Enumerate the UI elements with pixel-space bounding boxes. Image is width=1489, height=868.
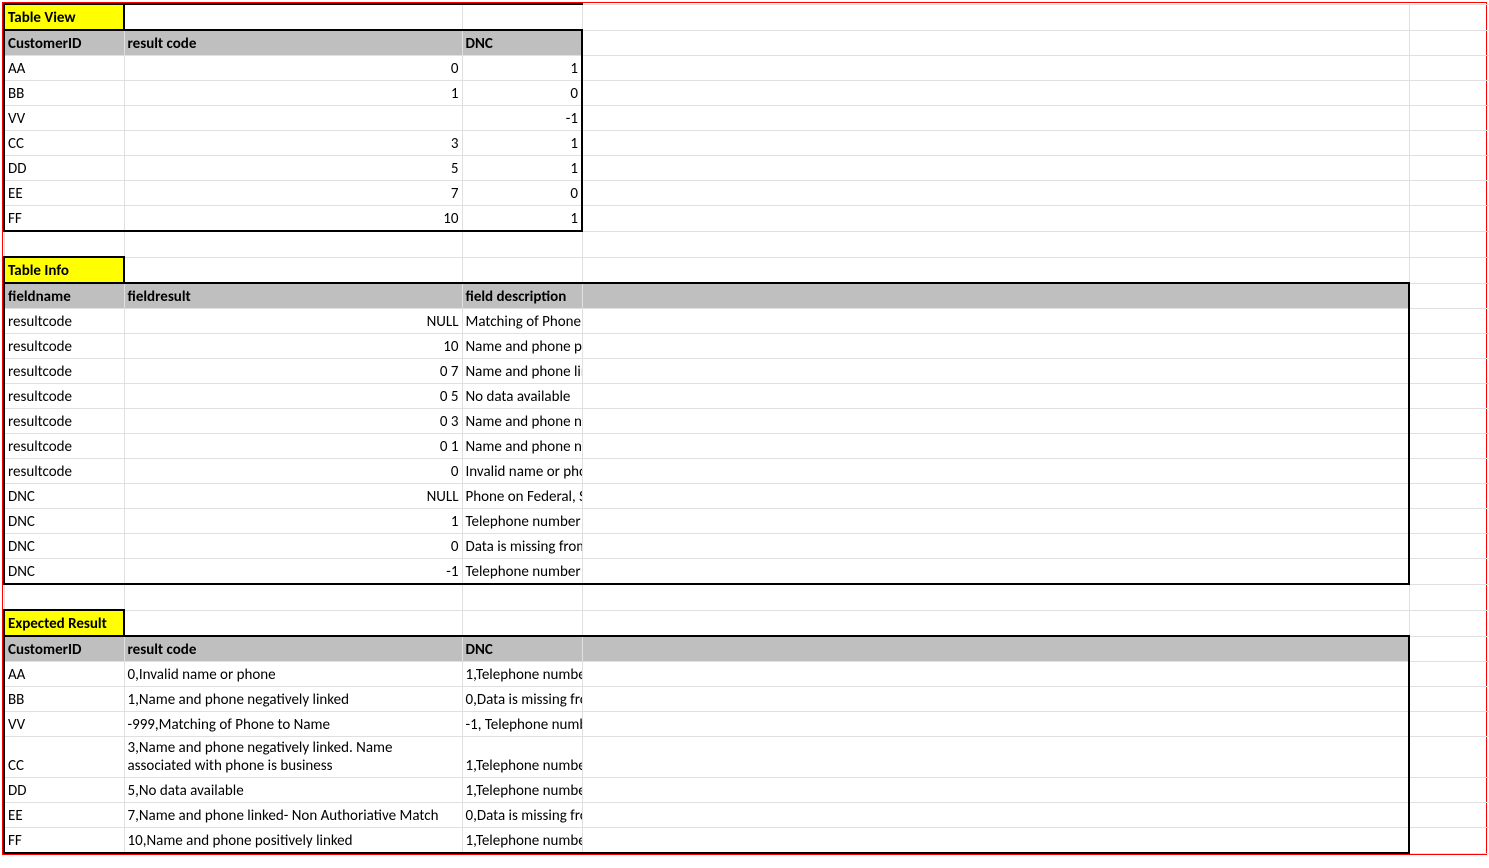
tv-cell-dnc[interactable]: 1 bbox=[462, 206, 582, 232]
ti-cell-fieldname[interactable]: DNC bbox=[4, 484, 124, 509]
ti-cell-fieldresult[interactable]: NULL bbox=[124, 309, 462, 334]
ti-cell-fieldname[interactable]: resultcode bbox=[4, 309, 124, 334]
ti-cell-fieldresult[interactable]: 10 bbox=[124, 334, 462, 359]
tv-cell-dnc[interactable]: 1 bbox=[462, 56, 582, 81]
er-header-dnc[interactable]: DNC bbox=[462, 636, 582, 662]
ti-cell-fieldresult[interactable]: NULL bbox=[124, 484, 462, 509]
er-cell-dnc[interactable]: 1,Telephone number was found on the FTC … bbox=[462, 778, 582, 803]
ti-cell-fieldresult[interactable]: 0 3 bbox=[124, 409, 462, 434]
ti-cell-fielddesc[interactable]: Name and phone negatively linked bbox=[462, 434, 582, 459]
er-cell-customerid[interactable]: CC bbox=[4, 737, 124, 778]
tv-cell-customerid[interactable]: CC bbox=[4, 131, 124, 156]
ti-cell-fieldname[interactable]: DNC bbox=[4, 559, 124, 585]
tv-cell-resultcode[interactable]: 0 bbox=[124, 56, 462, 81]
er-cell-customerid[interactable]: BB bbox=[4, 687, 124, 712]
tv-header-dnc[interactable]: DNC bbox=[462, 30, 582, 56]
ti-cell-fieldname[interactable]: DNC bbox=[4, 509, 124, 534]
ti-cell-fielddesc[interactable]: Matching of Phone to Name bbox=[462, 309, 582, 334]
ti-cell-fieldname[interactable]: resultcode bbox=[4, 409, 124, 434]
spreadsheet[interactable]: Table ViewCustomerIDresult codeDNCAA01BB… bbox=[2, 2, 1487, 855]
ti-header-fielddesc[interactable]: field description bbox=[462, 283, 582, 309]
tv-header-resultcode[interactable]: result code bbox=[124, 30, 462, 56]
section-title-table-info[interactable]: Table Info bbox=[4, 257, 124, 283]
er-cell-resultcode[interactable]: 1,Name and phone negatively linked bbox=[124, 687, 462, 712]
er-header-resultcode[interactable]: result code bbox=[124, 636, 462, 662]
er-cell-dnc[interactable]: 0,Data is missing from either the input … bbox=[462, 687, 582, 712]
ti-cell-fieldname[interactable]: resultcode bbox=[4, 384, 124, 409]
er-cell-dnc[interactable]: 0,Data is missing from either the input … bbox=[462, 803, 582, 828]
tv-cell-customerid[interactable]: FF bbox=[4, 206, 124, 232]
tv-cell-resultcode[interactable]: 7 bbox=[124, 181, 462, 206]
ti-cell-fieldname[interactable]: resultcode bbox=[4, 459, 124, 484]
er-cell-dnc[interactable]: 1,Telephone number was found on the FTC … bbox=[462, 662, 582, 687]
er-cell-resultcode[interactable]: 7,Name and phone linked- Non Authoriativ… bbox=[124, 803, 462, 828]
ti-cell-fielddesc[interactable]: Name and phone positively linked bbox=[462, 334, 582, 359]
tv-cell-dnc[interactable]: 1 bbox=[462, 131, 582, 156]
er-header-customerid[interactable]: CustomerID bbox=[4, 636, 124, 662]
er-cell-resultcode[interactable]: 10,Name and phone positively linked bbox=[124, 828, 462, 854]
er-cell-customerid[interactable]: VV bbox=[4, 712, 124, 737]
tv-cell-dnc[interactable]: -1 bbox=[462, 106, 582, 131]
er-cell-customerid[interactable]: AA bbox=[4, 662, 124, 687]
ti-cell-fieldname[interactable]: resultcode bbox=[4, 359, 124, 384]
ti-cell-fielddesc[interactable]: Invalid name or phone bbox=[462, 459, 582, 484]
ti-cell-fielddesc[interactable]: Telephone number was not found on the FT… bbox=[462, 559, 582, 585]
ti-cell-fieldname[interactable]: resultcode bbox=[4, 334, 124, 359]
tv-cell-resultcode[interactable] bbox=[124, 106, 462, 131]
tv-cell-resultcode[interactable]: 1 bbox=[124, 81, 462, 106]
tv-cell-dnc[interactable]: 0 bbox=[462, 181, 582, 206]
grid[interactable]: Table ViewCustomerIDresult codeDNCAA01BB… bbox=[3, 3, 1489, 854]
er-cell-resultcode[interactable]: 0,Invalid name or phone bbox=[124, 662, 462, 687]
section-title-table-view[interactable]: Table View bbox=[4, 4, 124, 30]
ti-cell-fieldresult[interactable]: 0 5 bbox=[124, 384, 462, 409]
ti-cell-fieldname[interactable]: resultcode bbox=[4, 434, 124, 459]
ti-cell-fieldresult[interactable]: 0 bbox=[124, 534, 462, 559]
ti-cell-fieldresult[interactable]: 1 bbox=[124, 509, 462, 534]
tv-cell-dnc[interactable]: 0 bbox=[462, 81, 582, 106]
er-cell-customerid[interactable]: EE bbox=[4, 803, 124, 828]
ti-cell-fielddesc[interactable]: Telephone number was found on the FTC or… bbox=[462, 509, 582, 534]
section-title-expected-result[interactable]: Expected Result bbox=[4, 610, 124, 636]
ti-cell-fieldresult[interactable]: 0 bbox=[124, 459, 462, 484]
er-cell-dnc[interactable]: 1,Telephone number was found on the FTC … bbox=[462, 828, 582, 854]
ti-cell-fielddesc[interactable]: Name and phone negatively linked. Name a… bbox=[462, 409, 582, 434]
tv-cell-resultcode[interactable]: 3 bbox=[124, 131, 462, 156]
tv-cell-customerid[interactable]: VV bbox=[4, 106, 124, 131]
tv-cell-resultcode[interactable]: 5 bbox=[124, 156, 462, 181]
er-cell-resultcode[interactable]: -999,Matching of Phone to Name bbox=[124, 712, 462, 737]
tv-cell-customerid[interactable]: EE bbox=[4, 181, 124, 206]
ti-cell-fielddesc[interactable]: Phone on Federal, State or DMA Do Not Ca… bbox=[462, 484, 582, 509]
tv-cell-customerid[interactable]: AA bbox=[4, 56, 124, 81]
tv-header-customerid[interactable]: CustomerID bbox=[4, 30, 124, 56]
ti-cell-fieldresult[interactable]: 0 7 bbox=[124, 359, 462, 384]
tv-cell-customerid[interactable]: BB bbox=[4, 81, 124, 106]
er-cell-customerid[interactable]: DD bbox=[4, 778, 124, 803]
ti-cell-fielddesc[interactable]: Name and phone linked- Non Authoriative … bbox=[462, 359, 582, 384]
ti-cell-fieldresult[interactable]: 0 1 bbox=[124, 434, 462, 459]
er-cell-resultcode[interactable]: 3,Name and phone negatively linked. Name… bbox=[124, 737, 462, 778]
ti-header-fieldresult[interactable]: fieldresult bbox=[124, 283, 462, 309]
tv-cell-customerid[interactable]: DD bbox=[4, 156, 124, 181]
ti-header-fieldname[interactable]: fieldname bbox=[4, 283, 124, 309]
tv-cell-resultcode[interactable]: 10 bbox=[124, 206, 462, 232]
tv-cell-dnc[interactable]: 1 bbox=[462, 156, 582, 181]
ti-cell-fielddesc[interactable]: Data is missing from either the input re… bbox=[462, 534, 582, 559]
er-cell-dnc[interactable]: 1,Telephone number was found on the FTC … bbox=[462, 737, 582, 778]
ti-cell-fieldresult[interactable]: -1 bbox=[124, 559, 462, 585]
er-cell-resultcode[interactable]: 5,No data available bbox=[124, 778, 462, 803]
ti-cell-fieldname[interactable]: DNC bbox=[4, 534, 124, 559]
ti-cell-fielddesc[interactable]: No data available bbox=[462, 384, 582, 409]
er-cell-dnc[interactable]: -1, Telephone number was not found on th… bbox=[462, 712, 582, 737]
er-cell-customerid[interactable]: FF bbox=[4, 828, 124, 854]
